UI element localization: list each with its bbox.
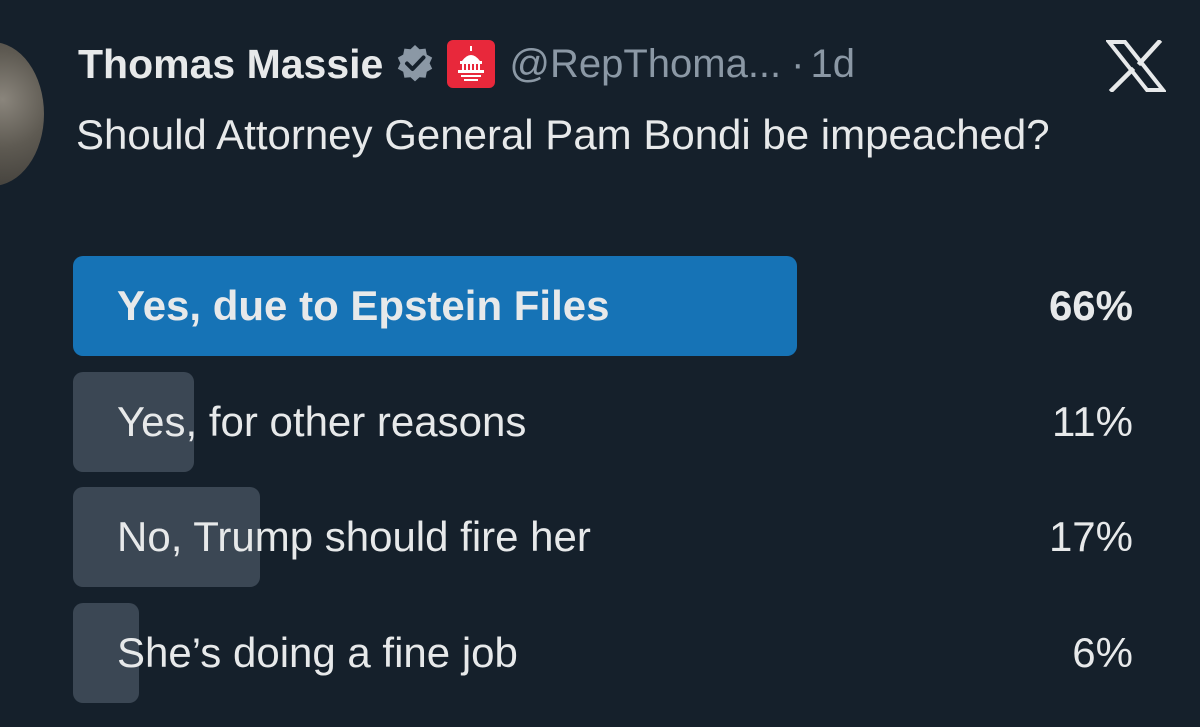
poll-option-percent: 66% bbox=[1048, 282, 1133, 329]
poll-option-percent: 17% bbox=[1048, 513, 1133, 560]
x-logo-icon bbox=[1104, 38, 1168, 94]
house-gop-capitol-icon[interactable] bbox=[447, 40, 496, 88]
tweet-header: Thomas Massie @RepThoma... · 1d bbox=[78, 36, 855, 92]
poll-option[interactable]: No, Trump should fire her 17% bbox=[73, 487, 1133, 587]
poll-option-label: She’s doing a fine job bbox=[117, 629, 518, 676]
separator-dot: · bbox=[791, 41, 805, 86]
poll-option-percent: 11% bbox=[1052, 398, 1133, 445]
poll-option-label: No, Trump should fire her bbox=[117, 513, 591, 560]
poll-option[interactable]: She’s doing a fine job 6% bbox=[73, 603, 1133, 703]
poll-option-label: Yes, for other reasons bbox=[117, 398, 527, 445]
poll-option[interactable]: Yes, due to Epstein Files 66% bbox=[73, 256, 1133, 356]
tweet-text: Should Attorney General Pam Bondi be imp… bbox=[76, 111, 1050, 158]
poll-option[interactable]: Yes, for other reasons 11% bbox=[73, 372, 1133, 472]
verified-badge-icon[interactable] bbox=[395, 44, 435, 84]
author-avatar[interactable] bbox=[0, 42, 44, 186]
poll-option-label: Yes, due to Epstein Files bbox=[117, 282, 610, 329]
author-handle[interactable]: @RepThoma... bbox=[509, 42, 781, 87]
author-name[interactable]: Thomas Massie bbox=[78, 41, 383, 88]
poll-option-percent: 6% bbox=[1072, 629, 1133, 676]
tweet-timestamp[interactable]: 1d bbox=[811, 42, 856, 87]
